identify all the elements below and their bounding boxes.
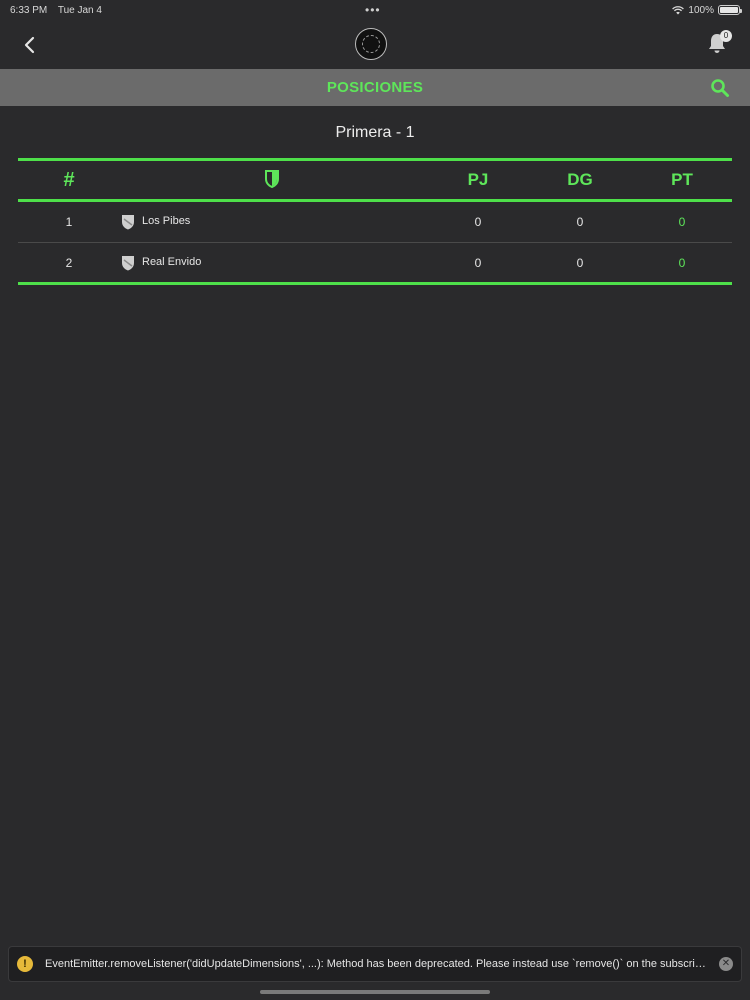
row-dg: 0: [576, 215, 584, 229]
warning-toast[interactable]: ! EventEmitter.removeListener('didUpdate…: [8, 946, 742, 982]
status-right: 100%: [672, 4, 742, 16]
team-name[interactable]: Los Pibes: [142, 202, 190, 242]
table-bottom-divider: [18, 282, 732, 285]
team-name[interactable]: Real Envido: [142, 243, 201, 283]
row-pt: 0: [678, 256, 686, 270]
notification-badge: 0: [720, 30, 732, 42]
warning-icon: !: [17, 956, 33, 972]
row-pj: 0: [474, 215, 482, 229]
column-header-pj: PJ: [467, 170, 489, 189]
page-title: POSICIONES: [326, 79, 424, 96]
home-indicator[interactable]: [260, 990, 490, 994]
battery-percent: 100%: [688, 4, 714, 16]
notifications-button[interactable]: 0: [706, 30, 732, 58]
column-header-position: #: [63, 168, 75, 191]
chevron-left-icon: [24, 36, 35, 54]
column-header-dg: DG: [567, 170, 593, 189]
row-pj: 0: [474, 256, 482, 270]
app-logo[interactable]: [355, 28, 387, 60]
table-row[interactable]: 2 Real Envido 0 0 0: [18, 242, 732, 282]
title-bar: POSICIONES: [0, 69, 750, 106]
status-time: 6:33 PM: [10, 4, 48, 16]
column-header-pt: PT: [671, 170, 693, 189]
search-button[interactable]: [710, 78, 730, 98]
table-header: # PJ DG PT: [18, 161, 732, 199]
shield-icon: [265, 170, 279, 189]
row-dg: 0: [576, 256, 584, 270]
battery-icon: [718, 5, 742, 15]
team-crest-icon: [120, 214, 136, 230]
warning-message[interactable]: EventEmitter.removeListener('didUpdateDi…: [45, 958, 711, 970]
multitasking-dots-icon[interactable]: •••: [365, 3, 381, 17]
table-row[interactable]: 1 Los Pibes 0 0 0: [18, 202, 732, 242]
team-crest-icon: [120, 255, 136, 271]
close-icon[interactable]: ✕: [719, 957, 733, 971]
group-title: Primera - 1: [335, 124, 415, 141]
standings-table: # PJ DG PT 1 Los Pibes 0 0 0 2 Real Envi…: [18, 158, 732, 285]
column-header-team: [258, 170, 286, 193]
logo-emblem-icon: [362, 35, 380, 53]
wifi-icon: [672, 5, 685, 14]
status-date: Tue Jan 4: [57, 4, 102, 16]
status-left: 6:33 PM Tue Jan 4: [10, 5, 110, 16]
header: 0: [0, 20, 750, 70]
row-position: 1: [65, 215, 73, 229]
search-icon: [711, 79, 729, 97]
row-position: 2: [65, 256, 73, 270]
screen: 6:33 PM Tue Jan 4 100% ••• 0 POSICIONES …: [0, 0, 750, 1000]
back-button[interactable]: [18, 32, 40, 58]
row-pt: 0: [678, 215, 686, 229]
